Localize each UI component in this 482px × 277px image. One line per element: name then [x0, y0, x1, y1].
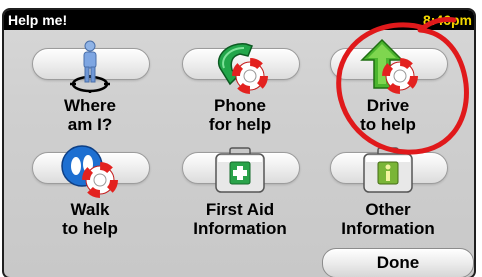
drive-arrow-lifebuoy-icon: [360, 38, 418, 94]
first-aid-information-label: First Aid Information: [193, 200, 287, 238]
walk-to-help-button[interactable]: Walk to help: [14, 140, 166, 240]
first-aid-kit-icon: [215, 147, 265, 193]
other-information-button[interactable]: Other Information: [312, 140, 464, 240]
help-screen: Help me! 8:46pm Where am I? Phone for he…: [2, 8, 476, 277]
where-am-i-button[interactable]: Where am I?: [14, 36, 166, 136]
phone-for-help-label: Phone for help: [208, 96, 272, 134]
drive-to-help-button[interactable]: Drive to help: [312, 36, 464, 136]
info-kit-icon: [363, 147, 413, 193]
first-aid-information-button[interactable]: First Aid Information: [164, 140, 316, 240]
done-button[interactable]: Done: [322, 248, 474, 277]
where-am-i-label: Where am I?: [64, 96, 116, 134]
person-location-icon: [70, 40, 110, 93]
phone-lifebuoy-icon: [217, 43, 268, 94]
device-frame: Help me! 8:46pm Where am I? Phone for he…: [0, 0, 482, 277]
status-bar: Help me! 8:46pm: [4, 10, 474, 30]
phone-for-help-button[interactable]: Phone for help: [164, 36, 316, 136]
footsteps-lifebuoy-icon: [61, 145, 118, 198]
drive-to-help-label: Drive to help: [360, 96, 416, 134]
other-information-label: Other Information: [341, 200, 435, 238]
screen-title: Help me!: [8, 12, 68, 28]
walk-to-help-label: Walk to help: [62, 200, 118, 238]
clock-time: 8:46pm: [422, 12, 472, 28]
